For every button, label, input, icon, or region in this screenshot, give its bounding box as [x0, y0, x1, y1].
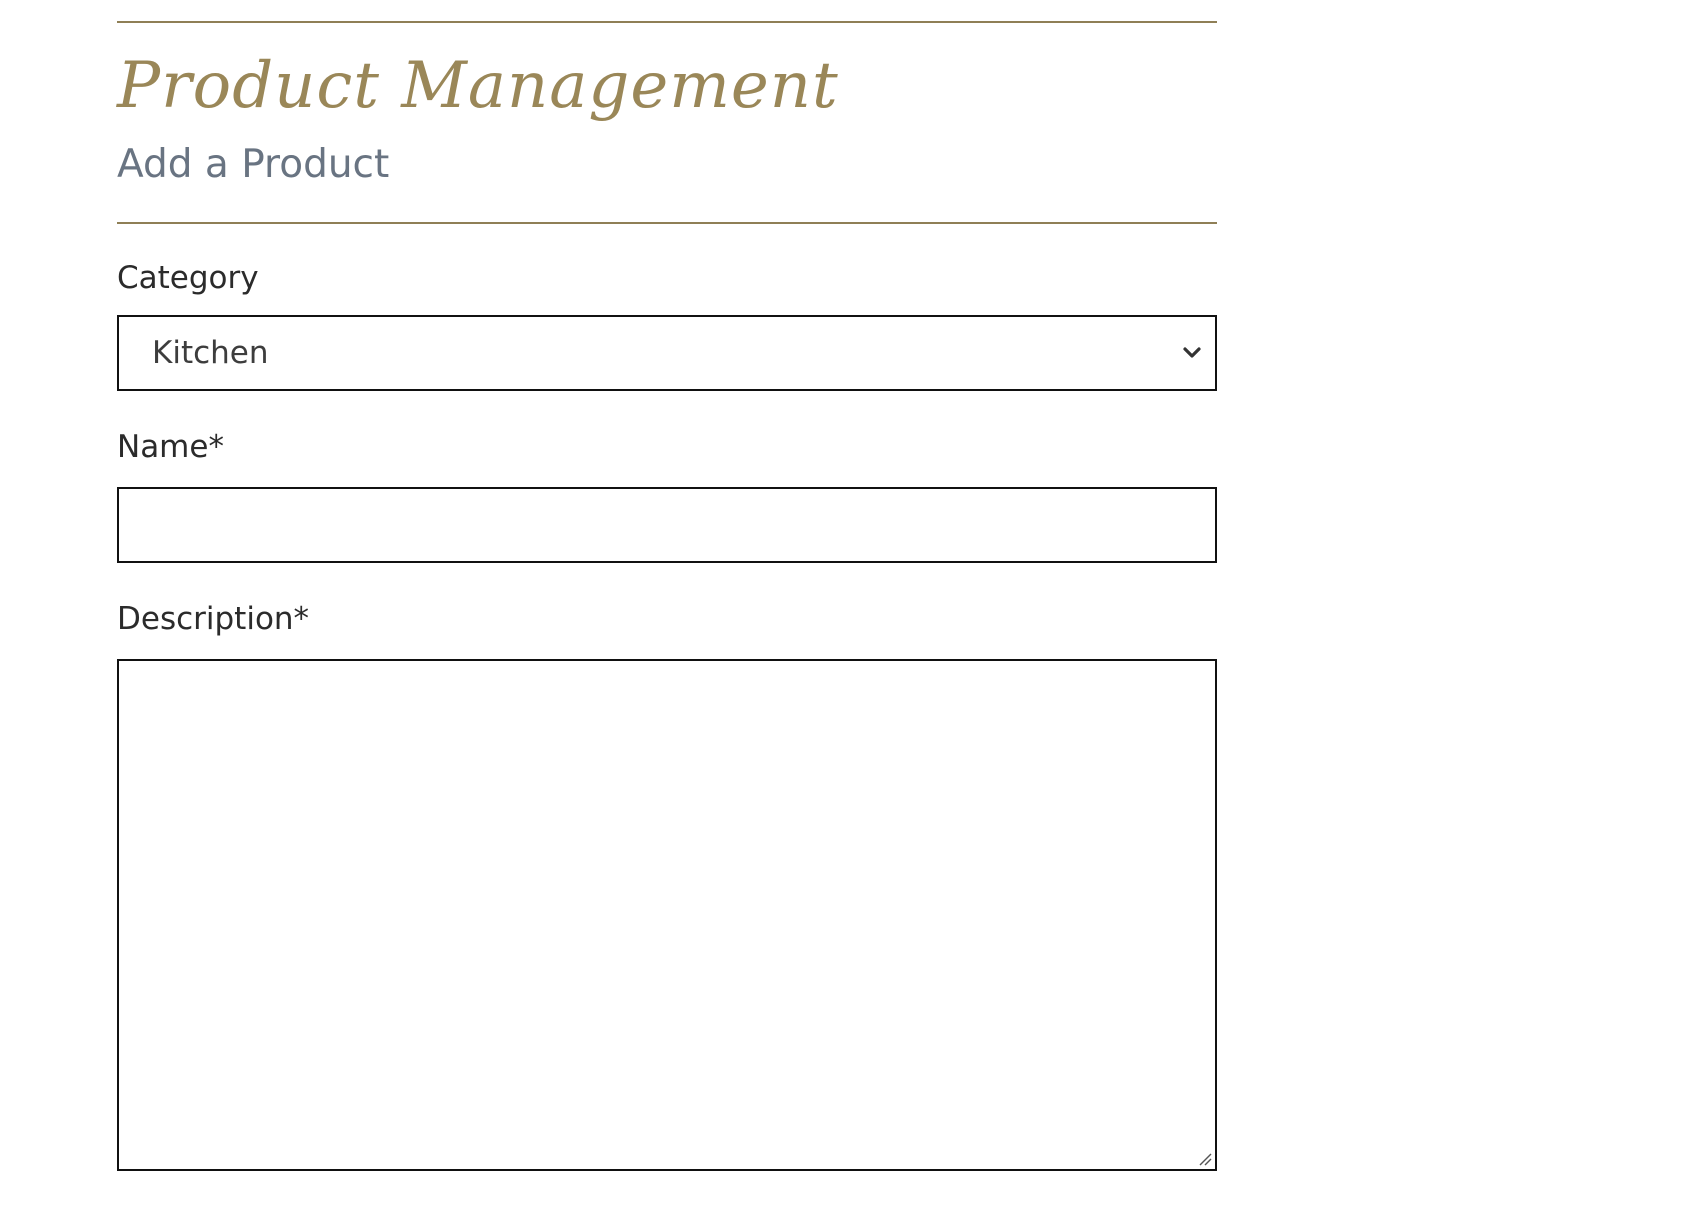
description-field: [117, 659, 1217, 1171]
chevron-down-icon: [1183, 347, 1201, 358]
header-top-divider: [117, 21, 1217, 23]
name-label: Name*: [117, 429, 224, 465]
header-bottom-divider: [117, 222, 1217, 224]
description-label: Description*: [117, 601, 310, 637]
description-textarea[interactable]: [119, 661, 1215, 1169]
name-input[interactable]: [117, 487, 1217, 563]
page-subtitle: Add a Product: [117, 142, 390, 187]
resize-grip-icon[interactable]: [1196, 1150, 1212, 1166]
category-select[interactable]: Kitchen: [117, 315, 1217, 391]
category-label: Category: [117, 260, 259, 296]
page-title: Product Management: [117, 49, 839, 123]
product-form-container: Product Management Add a Product Categor…: [117, 0, 1217, 1171]
category-selected-value: Kitchen: [152, 335, 269, 371]
